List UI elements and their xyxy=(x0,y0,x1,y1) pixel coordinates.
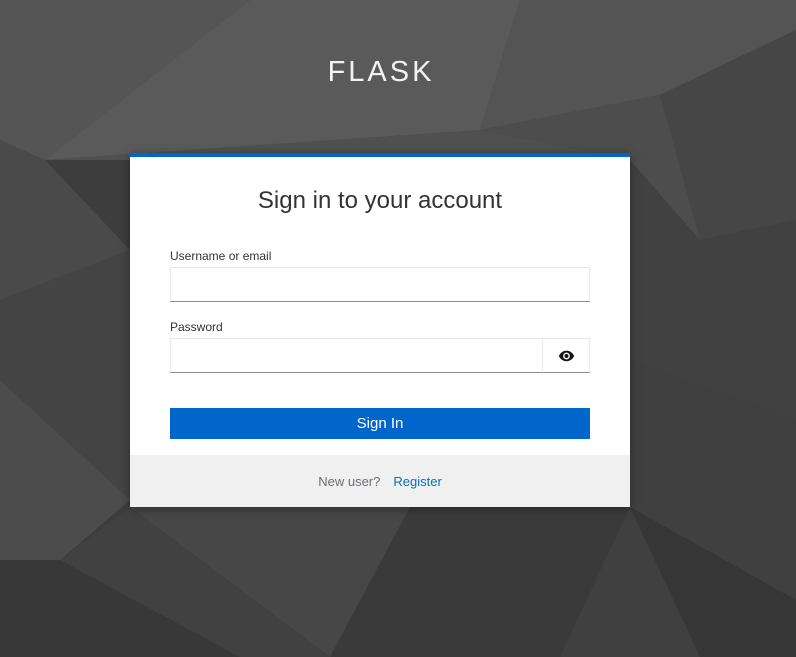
sign-in-button[interactable]: Sign In xyxy=(170,408,590,439)
eye-icon xyxy=(558,350,574,361)
register-footer: New user? Register xyxy=(130,455,630,507)
register-prompt: New user? xyxy=(318,473,381,489)
show-password-button[interactable] xyxy=(542,338,590,373)
username-input[interactable] xyxy=(170,267,590,302)
brand-title: FLASK xyxy=(327,56,435,88)
page-title: Sign in to your account xyxy=(257,187,503,214)
password-group xyxy=(170,338,590,373)
password-input[interactable] xyxy=(170,338,543,373)
username-label: Username or email xyxy=(170,249,272,263)
login-card: Sign in to your account Username or emai… xyxy=(130,153,630,507)
password-label: Password xyxy=(170,320,223,334)
register-link[interactable]: Register xyxy=(393,474,441,489)
